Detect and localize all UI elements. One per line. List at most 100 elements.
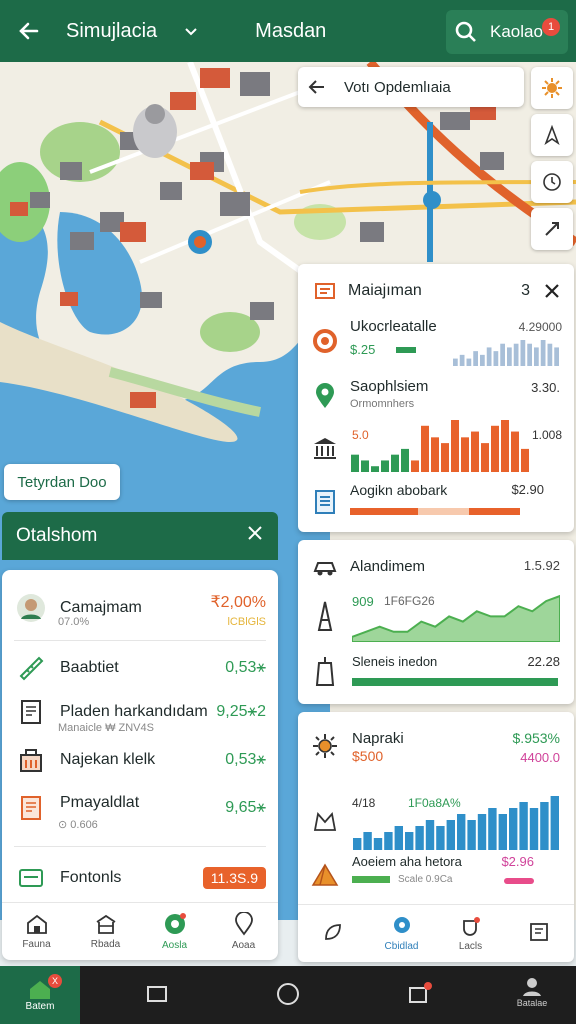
chart-bar <box>520 340 526 366</box>
item-name: Camajmam <box>60 599 142 616</box>
chart-bar <box>467 820 476 850</box>
chart-area <box>352 594 560 642</box>
item-amount: $2.90 <box>511 482 544 497</box>
bar-chart <box>453 340 559 366</box>
list-item[interactable]: Alandimem 1.5.92 <box>298 550 574 584</box>
item-value: $.25 <box>350 342 376 357</box>
square-icon <box>147 986 167 1002</box>
progress-bar <box>396 347 416 353</box>
document-icon <box>16 793 46 823</box>
item-value: 9,25⚹2 <box>216 703 266 720</box>
chevron-down-icon[interactable] <box>183 23 199 39</box>
item-name: Alandimem <box>350 558 426 575</box>
recent-apps-button[interactable] <box>146 984 168 1009</box>
item-name: Pladen harkandıdam <box>60 703 208 720</box>
clock-button[interactable] <box>531 161 573 203</box>
list-item[interactable]: Aogikn abobark $2.90 <box>298 482 574 522</box>
chart-bar <box>391 454 399 472</box>
list-item[interactable]: Fontonls 11.3S.9 <box>16 856 266 900</box>
list-item[interactable]: Napraki $500 $.953% 4400.0 <box>298 726 574 766</box>
chart-bar <box>554 347 559 366</box>
list-item[interactable]: Pmayaldlat ⊙ 0.606 9,65⚹ <box>16 786 266 831</box>
card-count: 3 <box>521 282 530 299</box>
left-panel-header: Otalshom <box>2 512 278 560</box>
pin-icon <box>310 381 340 411</box>
list-item[interactable]: 5.0 1.008 <box>298 414 574 472</box>
item-value: $500 <box>352 748 384 764</box>
item-sub: ⊙ 0.606 <box>58 819 98 831</box>
home-nav-button[interactable]: Batem X <box>0 966 80 1024</box>
header-search[interactable]: Kaolao 1 <box>446 10 568 54</box>
list-item[interactable]: 909 1F6FG26 <box>298 588 574 644</box>
list-item[interactable]: Najekan klelk 0,53⚹ <box>16 738 266 782</box>
person-icon <box>523 978 541 996</box>
chart-bar <box>501 420 509 472</box>
sun-button[interactable] <box>531 67 573 109</box>
list-item[interactable]: Aoeiem aha hetora Scale 0.9Ca $2.96 <box>298 852 574 896</box>
chart-bar <box>473 351 478 366</box>
chart-bar <box>521 448 529 472</box>
item-amount: 3.30. <box>531 380 560 395</box>
tasks-button[interactable] <box>408 982 432 1011</box>
summary-card: Maiajıman 3 Ukocrleatalle $.25 4.29000 S… <box>298 264 574 532</box>
circle-icon <box>277 983 299 1005</box>
arrow-left-icon[interactable] <box>308 78 326 96</box>
profile-button[interactable]: Batalae <box>510 976 554 1008</box>
bar-chart <box>353 796 559 850</box>
app-title[interactable]: Simujlacia <box>66 20 157 43</box>
close-icon[interactable] <box>544 283 560 299</box>
home-badge: X <box>48 974 62 988</box>
car-icon <box>310 552 340 582</box>
tab-cbidlad[interactable]: Cbidlad <box>367 905 436 962</box>
panel-title: Otalshom <box>16 525 98 546</box>
trend-card: Alandimem 1.5.92 909 1F6FG26 Sleneis ine… <box>298 540 574 704</box>
close-icon[interactable] <box>246 524 264 542</box>
chart-bar <box>488 808 497 850</box>
tab-note[interactable] <box>505 905 574 962</box>
card-tab-bar: Cbidlad Lacls <box>298 904 574 962</box>
search-badge: 1 <box>542 18 560 36</box>
chart-bar <box>493 351 499 366</box>
chart-bar <box>431 437 439 472</box>
list-item[interactable]: Ukocrleatalle $.25 4.29000 <box>298 316 574 366</box>
chart-bar <box>441 443 449 472</box>
chart-bar <box>415 826 424 850</box>
tab-aosla[interactable]: Aosla <box>140 903 209 960</box>
divider <box>14 846 266 847</box>
tower-icon <box>310 656 340 686</box>
list-item[interactable]: Saophlsiem Ormomnhers 3.30. <box>298 376 574 416</box>
tab-rbada[interactable]: Rbada <box>71 903 140 960</box>
map-chip[interactable]: Tetyrdan Doo <box>4 464 120 500</box>
item-sub: Ormomnhers <box>350 398 415 410</box>
chart-bar <box>363 832 372 850</box>
list-item[interactable]: Sleneis inedon 22.28 <box>298 648 574 694</box>
tab-leaf[interactable] <box>298 905 367 962</box>
chart-bar <box>353 838 362 850</box>
chart-bar <box>507 347 512 366</box>
tab-aoaa[interactable]: Aoaa <box>209 903 278 960</box>
list-item[interactable]: Pladen harkandıdam Manaicle ₩ ZNV4S 9,25… <box>16 690 266 734</box>
item-amount: $2.96 <box>501 854 534 869</box>
chart-bar <box>421 425 429 472</box>
tasks-icon <box>409 982 432 1003</box>
chart-bar <box>540 340 546 366</box>
chart-bar <box>529 808 539 850</box>
divider <box>14 640 266 641</box>
home-button[interactable] <box>276 982 300 1011</box>
pin-icon <box>234 912 253 936</box>
list-item[interactable]: Camajmam 07.0% ₹2,00% lCBlGlS <box>16 586 266 630</box>
map-search[interactable]: Votı Opdemlıaia <box>298 67 524 107</box>
list-item[interactable]: 4/18 1F0a8A% <box>298 790 574 852</box>
compass-button[interactable] <box>531 114 573 156</box>
card-title: Maiajıman <box>348 282 422 299</box>
list-item[interactable]: Baabtiet 0,53⚹ <box>16 646 266 690</box>
back-button[interactable] <box>0 0 58 62</box>
chart-bar <box>459 354 465 366</box>
tab-lacls[interactable]: Lacls <box>436 905 505 962</box>
chart-bar <box>498 814 507 850</box>
draw-button[interactable] <box>531 208 573 250</box>
tab-fauna[interactable]: Fauna <box>2 903 71 960</box>
chart-bar <box>534 347 539 366</box>
chart-bar <box>457 814 466 850</box>
chart-bar <box>361 460 369 472</box>
